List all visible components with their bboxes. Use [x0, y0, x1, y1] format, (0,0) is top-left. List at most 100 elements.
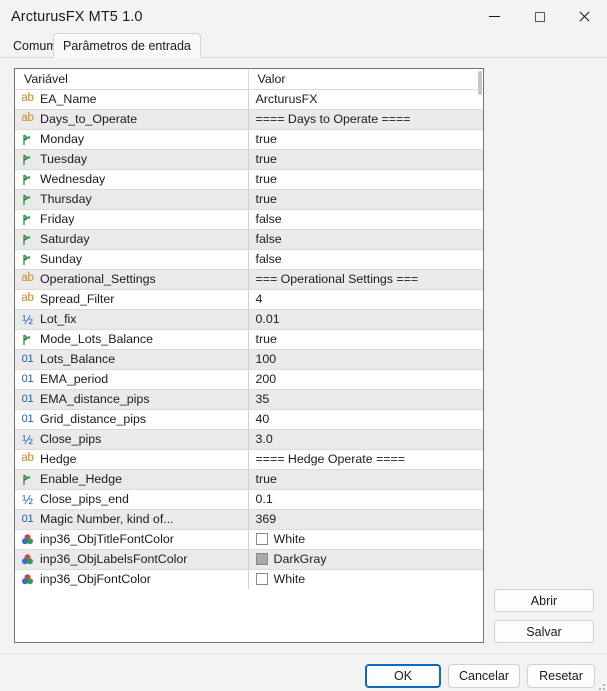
open-button[interactable]: Abrir — [494, 589, 594, 612]
table-row[interactable]: 01 Magic Number, kind of... 369 — [15, 508, 483, 529]
cancel-button[interactable]: Cancelar — [448, 664, 520, 688]
cell-variable[interactable]: 01 EMA_period — [15, 368, 248, 389]
table-row[interactable]: ½ Close_pips_end 0.1 — [15, 488, 483, 509]
table-row[interactable]: 01 Lots_Balance 100 — [15, 348, 483, 369]
table-row[interactable]: Wednesday true — [15, 168, 483, 189]
cell-value[interactable]: 200 — [247, 368, 483, 389]
ok-button[interactable]: OK — [365, 664, 441, 688]
table-row[interactable]: inp36_ObjFontColor White — [15, 568, 483, 589]
cell-variable[interactable]: Sunday — [15, 248, 248, 269]
table-row[interactable]: 01 EMA_distance_pips 35 — [15, 388, 483, 409]
string-type-icon: ab — [21, 112, 34, 125]
cell-value[interactable]: 0.01 — [247, 308, 483, 329]
cell-variable[interactable]: ab Spread_Filter — [15, 288, 248, 309]
variable-name-label: Saturday — [40, 232, 90, 246]
cell-variable[interactable]: ½ Close_pips_end — [15, 488, 248, 509]
variable-name-label: Wednesday — [40, 172, 106, 186]
table-row[interactable]: Enable_Hedge true — [15, 468, 483, 489]
table-row[interactable]: Tuesday true — [15, 148, 483, 169]
cell-value[interactable]: true — [247, 128, 483, 149]
cell-value[interactable]: 3.0 — [247, 428, 483, 449]
cell-value[interactable]: false — [247, 228, 483, 249]
cell-value[interactable]: false — [247, 248, 483, 269]
cell-value[interactable]: 100 — [247, 348, 483, 369]
cell-variable[interactable]: Enable_Hedge — [15, 468, 248, 489]
cell-value[interactable]: 369 — [247, 508, 483, 529]
cell-value[interactable]: true — [247, 328, 483, 349]
table-row[interactable]: ab Spread_Filter 4 — [15, 288, 483, 309]
cell-variable[interactable]: Thursday — [15, 188, 248, 209]
cell-variable[interactable]: Saturday — [15, 228, 248, 249]
cell-variable[interactable]: ab EA_Name — [15, 88, 248, 109]
cell-value[interactable]: true — [247, 188, 483, 209]
parameters-table: Variável Valor ab EA_Name ArcturusFX ab Days… — [15, 69, 483, 589]
cell-value[interactable]: 4 — [247, 288, 483, 309]
double-type-icon: ½ — [22, 491, 33, 507]
table-row[interactable]: ab Days_to_Operate ==== Days to Operate ==… — [15, 108, 483, 129]
table-row[interactable]: Saturday false — [15, 228, 483, 249]
table-row[interactable]: ab Operational_Settings === Operational Se… — [15, 268, 483, 289]
cell-variable[interactable]: 01 Grid_distance_pips — [15, 408, 248, 429]
table-row[interactable]: Sunday false — [15, 248, 483, 269]
table-row[interactable]: Friday false — [15, 208, 483, 229]
table-row[interactable]: ½ Lot_fix 0.01 — [15, 308, 483, 329]
minimize-button[interactable] — [472, 0, 517, 33]
table-scrollbar-thumb[interactable] — [478, 71, 482, 95]
save-button[interactable]: Salvar — [494, 620, 594, 643]
color-swatch[interactable] — [255, 573, 268, 586]
cell-value[interactable]: 35 — [247, 388, 483, 409]
cell-value[interactable]: true — [247, 148, 483, 169]
cell-variable[interactable]: Friday — [15, 208, 248, 229]
table-row[interactable]: Mode_Lots_Balance true — [15, 328, 483, 349]
cell-value[interactable]: false — [247, 208, 483, 229]
table-row[interactable]: Monday true — [15, 128, 483, 149]
cell-variable[interactable]: Mode_Lots_Balance — [15, 328, 248, 349]
cell-variable[interactable]: ½ Close_pips — [15, 428, 248, 449]
reset-button[interactable]: Resetar — [527, 664, 595, 688]
cell-variable[interactable]: inp36_ObjLabelsFontColor — [15, 548, 248, 569]
variable-name-label: Sunday — [40, 252, 83, 266]
cell-value[interactable]: === Operational Settings === — [247, 268, 483, 289]
table-row[interactable]: 01 EMA_period 200 — [15, 368, 483, 389]
color-swatch[interactable] — [255, 553, 268, 565]
cell-value[interactable]: 0.1 — [247, 488, 483, 509]
cell-value[interactable]: 40 — [247, 408, 483, 429]
cell-variable[interactable]: 01 EMA_distance_pips — [15, 388, 248, 409]
table-row[interactable]: inp36_ObjLabelsFontColor DarkGray — [15, 548, 483, 569]
cell-variable[interactable]: 01 Lots_Balance — [15, 348, 248, 369]
cell-value[interactable]: true — [247, 468, 483, 489]
close-button[interactable] — [562, 0, 607, 33]
cell-value[interactable]: White — [247, 528, 483, 549]
cell-variable[interactable]: ab Operational_Settings — [15, 268, 248, 289]
maximize-button[interactable] — [517, 0, 562, 33]
cell-value[interactable]: White — [247, 568, 483, 589]
cell-variable[interactable]: ½ Lot_fix — [15, 308, 248, 329]
cell-variable[interactable]: Monday — [15, 128, 248, 149]
cell-value[interactable]: ArcturusFX — [247, 88, 483, 109]
cell-variable[interactable]: inp36_ObjTitleFontColor — [15, 528, 248, 549]
cell-value[interactable]: ==== Days to Operate ==== — [247, 108, 483, 129]
cell-variable[interactable]: ab Hedge — [15, 448, 248, 469]
table-row[interactable]: Thursday true — [15, 188, 483, 209]
title-bar[interactable]: ArcturusFX MT5 1.0 — [0, 0, 607, 33]
column-header-variable[interactable]: Variável — [15, 69, 248, 89]
color-swatch[interactable] — [255, 533, 268, 545]
tab-parametros-de-entrada[interactable]: Parâmetros de entrada — [53, 33, 201, 58]
cell-variable[interactable]: ab Days_to_Operate — [15, 108, 248, 129]
window-controls — [472, 0, 607, 33]
cell-variable[interactable]: Tuesday — [15, 148, 248, 169]
resize-grip[interactable] — [595, 680, 605, 690]
table-row[interactable]: 01 Grid_distance_pips 40 — [15, 408, 483, 429]
cell-variable[interactable]: 01 Magic Number, kind of... — [15, 508, 248, 529]
table-row[interactable]: ab EA_Name ArcturusFX — [15, 88, 483, 109]
table-row[interactable]: inp36_ObjTitleFontColor White — [15, 528, 483, 549]
table-row[interactable]: ab Hedge ==== Hedge Operate ==== — [15, 448, 483, 469]
column-header-value[interactable]: Valor — [247, 69, 483, 89]
cell-variable[interactable]: inp36_ObjFontColor — [15, 568, 248, 589]
cell-value[interactable]: DarkGray — [247, 548, 483, 569]
cell-value[interactable]: true — [247, 168, 483, 189]
table-scrollbar[interactable] — [477, 69, 483, 642]
table-row[interactable]: ½ Close_pips 3.0 — [15, 428, 483, 449]
cell-variable[interactable]: Wednesday — [15, 168, 248, 189]
cell-value[interactable]: ==== Hedge Operate ==== — [247, 448, 483, 469]
